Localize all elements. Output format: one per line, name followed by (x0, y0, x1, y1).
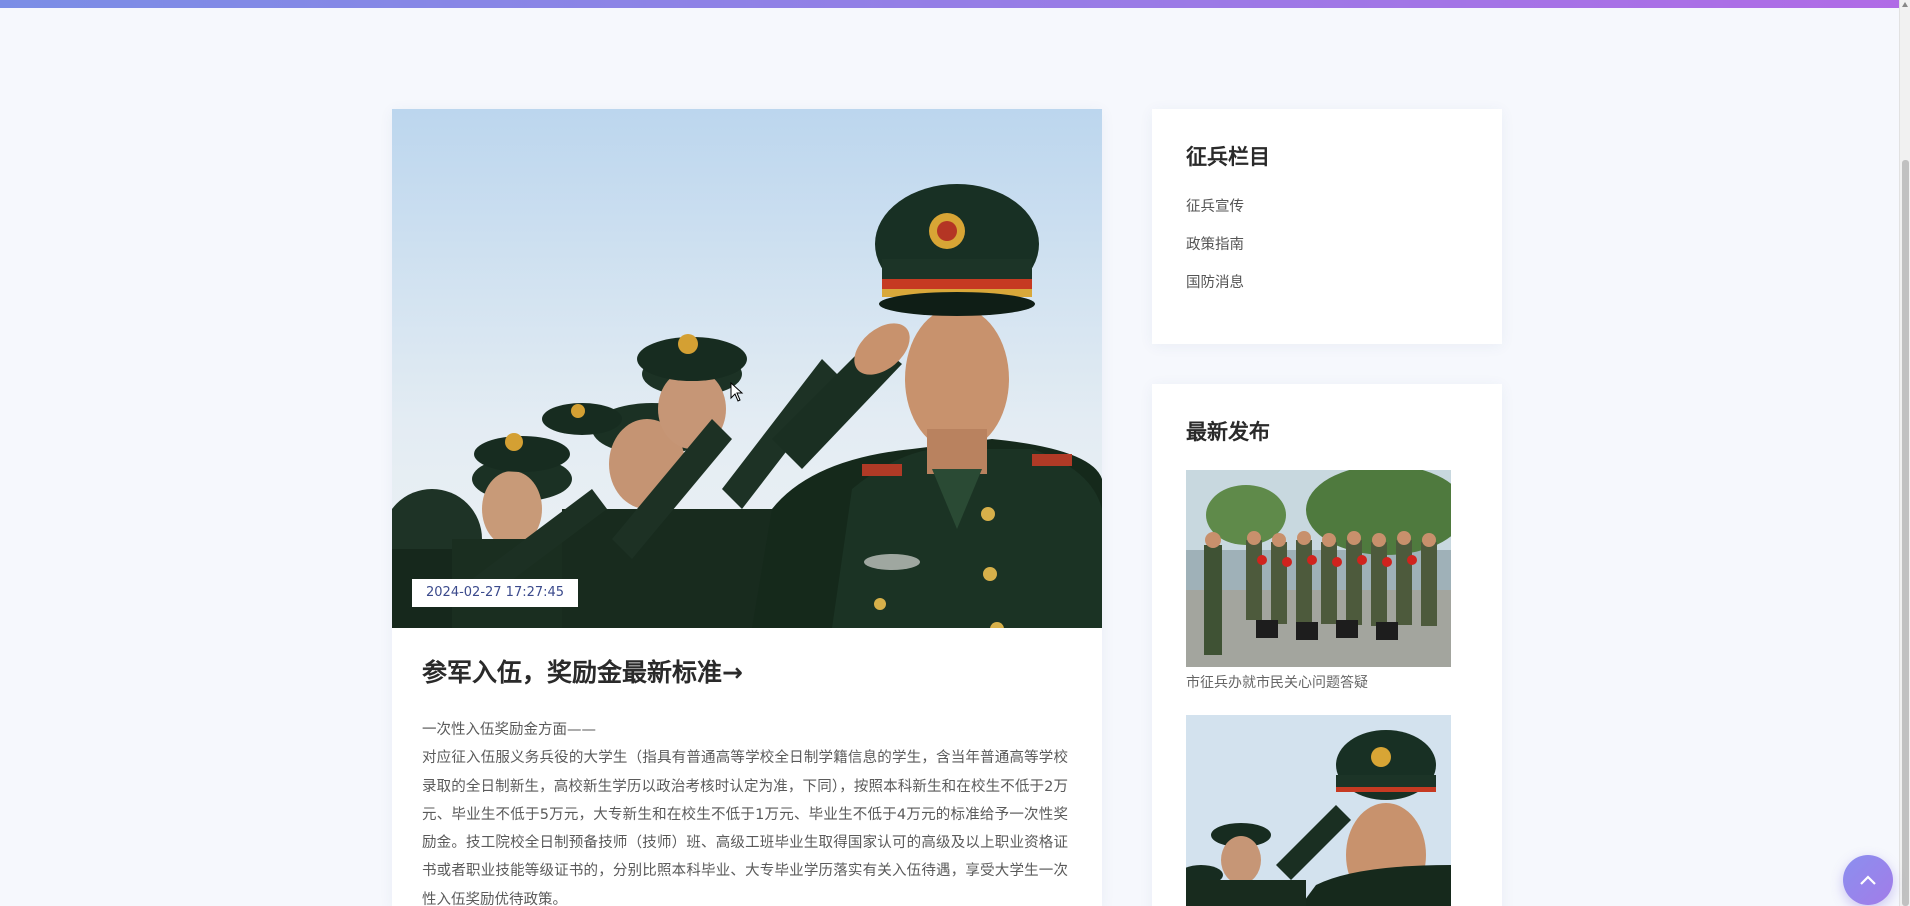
chevron-up-icon (1859, 874, 1877, 886)
scroll-up-arrow-icon[interactable] (1902, 2, 1908, 7)
article-date-badge: 2024-02-27 17:27:45 (412, 579, 579, 607)
categories-title: 征兵栏目 (1186, 145, 1270, 169)
category-item-recruitment-promo[interactable]: 征兵宣传 (1186, 197, 1468, 217)
latest-item-thumbnail[interactable] (1186, 470, 1451, 667)
article-card: 2024-02-27 17:27:45 参军入伍，奖励金最新标准→ 一次性入伍奖… (392, 109, 1102, 906)
article-text: 一次性入伍奖励金方面—— 对应征入伍服义务兵役的大学生（指具有普通高等学校全日制… (422, 716, 1068, 906)
article-body: 参军入伍，奖励金最新标准→ 一次性入伍奖励金方面—— 对应征入伍服义务兵役的大学… (392, 628, 1102, 906)
back-to-top-button[interactable] (1843, 855, 1893, 905)
page-scrollbar[interactable] (1899, 0, 1910, 906)
categories-list: 征兵宣传 政策指南 国防消息 (1186, 197, 1468, 293)
top-accent-bar (0, 0, 1899, 8)
latest-item-thumbnail[interactable] (1186, 715, 1451, 906)
latest-title: 最新发布 (1186, 420, 1270, 444)
article-paragraph-main: 对应征入伍服义务兵役的大学生（指具有普通高等学校全日制学籍信息的学生，含当年普通… (422, 750, 1068, 906)
article-title[interactable]: 参军入伍，奖励金最新标准→ (422, 656, 1068, 690)
category-item-defense-news[interactable]: 国防消息 (1186, 273, 1468, 293)
scrollbar-thumb[interactable] (1902, 160, 1909, 906)
latest-panel: 最新发布 市征兵办就市民关心问题答疑 (1152, 384, 1502, 906)
categories-panel: 征兵栏目 征兵宣传 政策指南 国防消息 (1152, 109, 1502, 344)
mouse-cursor-icon (730, 381, 744, 406)
article-hero-image[interactable]: 2024-02-27 17:27:45 (392, 109, 1102, 628)
category-item-policy-guide[interactable]: 政策指南 (1186, 235, 1468, 255)
latest-item[interactable] (1186, 715, 1468, 906)
latest-item[interactable]: 市征兵办就市民关心问题答疑 (1186, 470, 1468, 693)
article-paragraph-intro: 一次性入伍奖励金方面—— (422, 722, 596, 738)
latest-item-caption[interactable]: 市征兵办就市民关心问题答疑 (1186, 673, 1468, 693)
